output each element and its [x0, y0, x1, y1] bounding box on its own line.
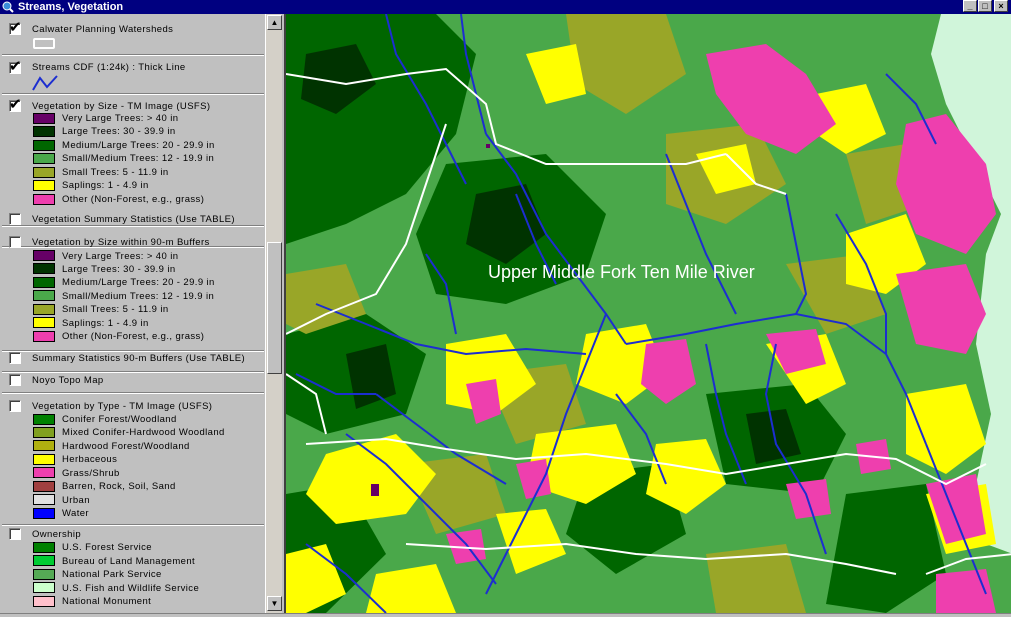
- legend-class-label: National Monument: [62, 596, 152, 607]
- map-label: Upper Middle Fork Ten Mile River: [488, 262, 755, 282]
- theme-checkbox[interactable]: [9, 352, 21, 364]
- divider: [2, 350, 264, 352]
- scroll-up-button[interactable]: ▲: [267, 15, 282, 30]
- legend-swatch: [33, 427, 55, 438]
- legend-class-label: Medium/Large Trees: 20 - 29.9 in: [62, 140, 215, 151]
- legend-class-label: Grass/Shrub: [62, 468, 120, 479]
- legend-swatch: [33, 494, 55, 505]
- legend-class-label: Small Trees: 5 - 11.9 in: [62, 304, 169, 315]
- maximize-button[interactable]: □: [978, 0, 992, 12]
- legend-swatch: [33, 126, 55, 137]
- theme-checkbox[interactable]: [9, 236, 21, 248]
- legend-swatch: [33, 414, 55, 425]
- divider: [2, 392, 264, 394]
- divider: [2, 54, 264, 56]
- theme-label: Vegetation by Type - TM Image (USFS): [32, 401, 213, 412]
- legend-scrollbar[interactable]: ▲ ▼: [265, 14, 282, 613]
- legend-class-label: Very Large Trees: > 40 in: [62, 251, 179, 262]
- legend-swatch: [33, 569, 55, 580]
- theme-label: Ownership: [32, 529, 82, 540]
- legend-class-label: Herbaceous: [62, 454, 118, 465]
- legend-swatch: [33, 582, 55, 593]
- legend-class-label: Conifer Forest/Woodland: [62, 414, 177, 425]
- legend-swatch: [33, 596, 55, 607]
- scroll-down-button[interactable]: ▼: [267, 596, 282, 611]
- legend-class-label: Mixed Conifer-Hardwood Woodland: [62, 427, 225, 438]
- scroll-thumb[interactable]: [267, 242, 282, 374]
- checkmark-icon: ✔: [9, 96, 22, 113]
- legend-class-label: Large Trees: 30 - 39.9 in: [62, 126, 176, 137]
- legend-class-label: U.S. Forest Service: [62, 542, 152, 553]
- checkmark-icon: ✔: [9, 58, 22, 75]
- globe-magnifier-icon: [2, 1, 14, 13]
- legend-swatch: [33, 542, 55, 553]
- theme-checkbox[interactable]: [9, 213, 21, 225]
- status-bar: [0, 613, 1011, 617]
- legend-swatch: [33, 290, 55, 301]
- legend-class-label: Small Trees: 5 - 11.9 in: [62, 167, 169, 178]
- legend-swatch: [33, 331, 55, 342]
- legend-class-label: U.S. Fish and Wildlife Service: [62, 583, 200, 594]
- theme-checkbox[interactable]: [9, 528, 21, 540]
- legend-swatch: [33, 194, 55, 205]
- legend-swatch: [33, 304, 55, 315]
- legend-swatch: [33, 440, 55, 451]
- legend-swatch: [33, 481, 55, 492]
- legend-class-label: Large Trees: 30 - 39.9 in: [62, 264, 176, 275]
- map-canvas[interactable]: Upper Middle Fork Ten Mile River: [286, 14, 1011, 613]
- legend-class-label: Saplings: 1 - 4.9 in: [62, 318, 149, 329]
- polygon-outline-symbol: [33, 38, 55, 49]
- legend-class-label: Medium/Large Trees: 20 - 29.9 in: [62, 277, 215, 288]
- divider: [2, 225, 264, 227]
- theme-label: Vegetation by Size within 90-m Buffers: [32, 237, 210, 248]
- legend-swatch: [33, 317, 55, 328]
- legend-class-label: Bureau of Land Management: [62, 556, 196, 567]
- legend-swatch: [33, 153, 55, 164]
- map-view[interactable]: Upper Middle Fork Ten Mile River: [284, 14, 1011, 613]
- legend-class-label: Small/Medium Trees: 12 - 19.9 in: [62, 291, 215, 302]
- legend-swatch: [33, 250, 55, 261]
- legend-class-label: Barren, Rock, Soil, Sand: [62, 481, 176, 492]
- legend-swatch: [33, 277, 55, 288]
- legend-class-label: Water: [62, 508, 89, 519]
- divider: [2, 371, 264, 373]
- legend-swatch: [33, 454, 55, 465]
- legend-class-label: Hardwood Forest/Woodland: [62, 441, 190, 452]
- legend-class-label: Other (Non-Forest, e.g., grass): [62, 331, 205, 342]
- theme-label: Summary Statistics 90-m Buffers (Use TAB…: [32, 353, 246, 364]
- theme-checkbox[interactable]: ✔: [9, 19, 22, 36]
- legend-swatch: [33, 555, 55, 566]
- theme-label: Vegetation by Size - TM Image (USFS): [32, 101, 211, 112]
- stream-line-symbol: [32, 75, 58, 91]
- legend-swatch: [33, 180, 55, 191]
- theme-label: Vegetation Summary Statistics (Use TABLE…: [32, 214, 235, 225]
- legend-class-label: Small/Medium Trees: 12 - 19.9 in: [62, 153, 215, 164]
- minimize-button[interactable]: _: [963, 0, 977, 12]
- legend-swatch: [33, 263, 55, 274]
- divider: [2, 93, 264, 95]
- theme-checkbox[interactable]: ✔: [9, 96, 22, 113]
- legend-class-label: Urban: [62, 495, 90, 506]
- legend-swatch: [33, 113, 55, 124]
- legend-swatch: [33, 167, 55, 178]
- table-of-contents: ✔ Calwater Planning Watersheds ✔ Streams…: [0, 14, 265, 613]
- divider: [2, 524, 264, 526]
- legend-class-label: Very Large Trees: > 40 in: [62, 113, 179, 124]
- checkmark-icon: ✔: [9, 19, 22, 36]
- legend-class-label: National Park Service: [62, 569, 162, 580]
- legend-class-label: Saplings: 1 - 4.9 in: [62, 180, 149, 191]
- legend-class-label: Other (Non-Forest, e.g., grass): [62, 194, 205, 205]
- theme-label: Streams CDF (1:24k) : Thick Line: [32, 62, 186, 73]
- close-button[interactable]: ×: [994, 0, 1008, 12]
- legend-swatch: [33, 140, 55, 151]
- theme-label: Calwater Planning Watersheds: [32, 24, 174, 35]
- theme-label: Noyo Topo Map: [32, 375, 104, 386]
- legend-swatch: [33, 467, 55, 478]
- legend-swatch: [33, 508, 55, 519]
- title-bar: Streams, Vegetation _ □ ×: [0, 0, 1011, 14]
- theme-checkbox[interactable]: [9, 374, 21, 386]
- theme-checkbox[interactable]: [9, 400, 21, 412]
- window-title: Streams, Vegetation: [18, 1, 124, 13]
- theme-checkbox[interactable]: ✔: [9, 58, 22, 75]
